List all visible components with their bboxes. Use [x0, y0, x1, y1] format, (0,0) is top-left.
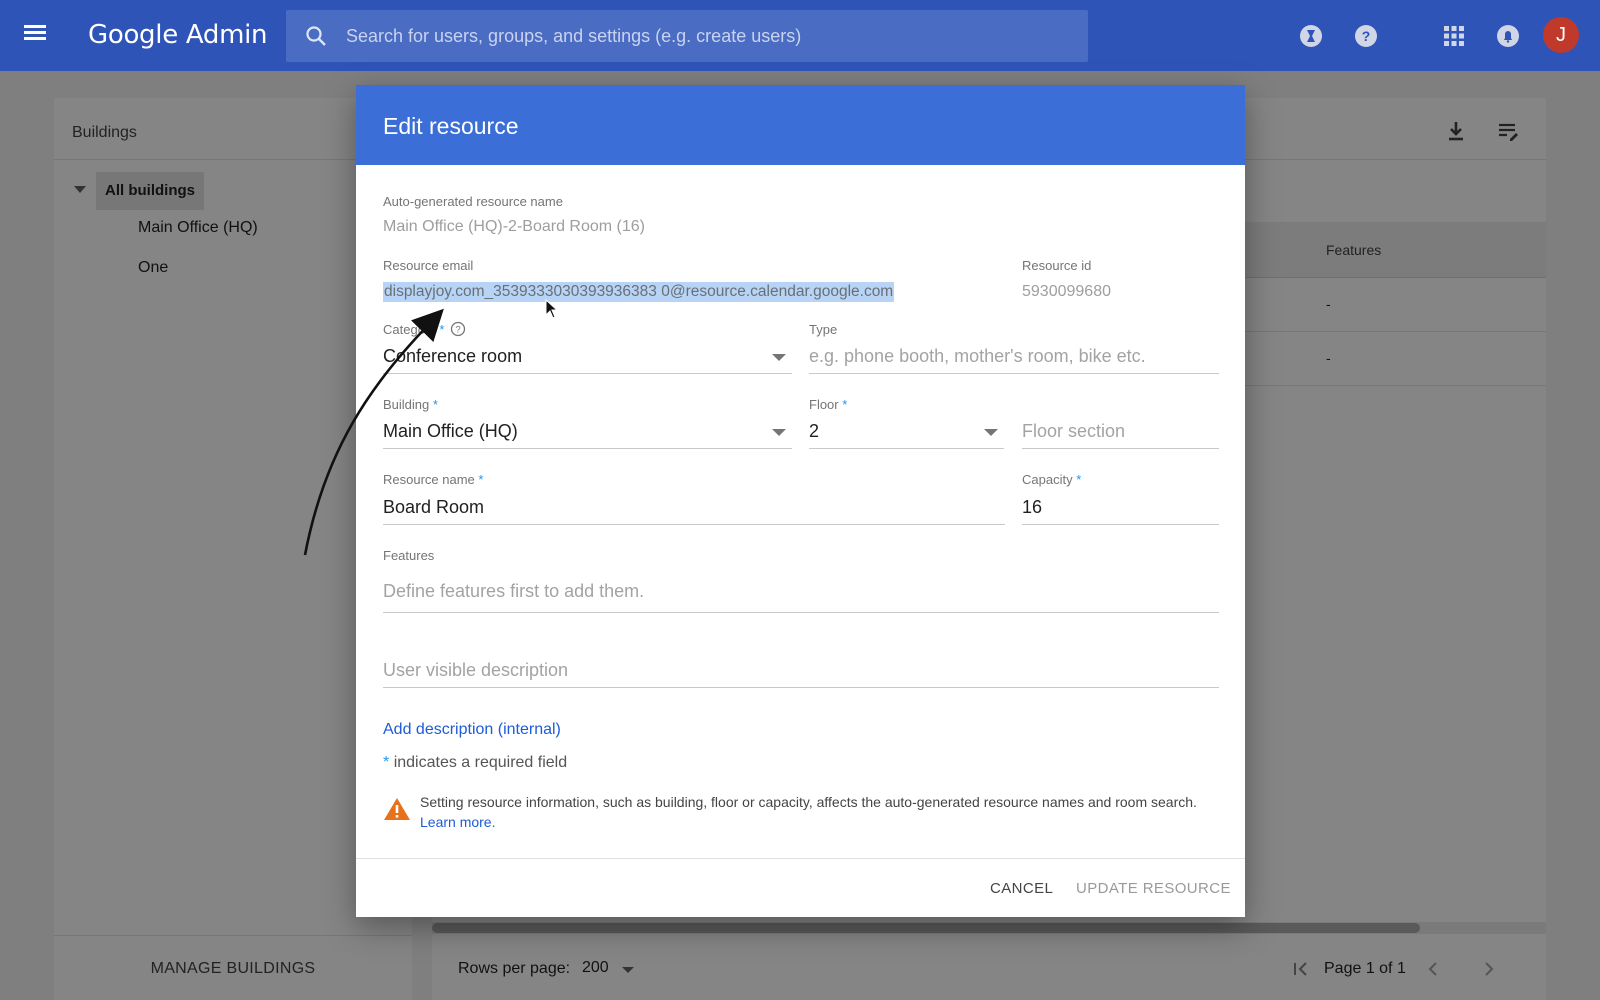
resource-name-input[interactable]: Board Room	[383, 495, 1005, 525]
floor-section-placeholder: Floor section	[1022, 421, 1126, 441]
edit-resource-dialog: Edit resource Auto-generated resource na…	[356, 85, 1245, 917]
category-value: Conference room	[383, 346, 523, 366]
building-label-text: Building	[383, 397, 430, 412]
category-label-text: Category	[383, 322, 436, 337]
resource-id-label: Resource id	[1022, 258, 1092, 273]
floor-label: Floor *	[809, 397, 847, 412]
help-icon[interactable]: ?	[1352, 22, 1380, 50]
warning-triangle-icon	[384, 798, 410, 820]
next-page-icon[interactable]	[1478, 958, 1500, 980]
search-input[interactable]	[346, 10, 1076, 62]
top-app-bar: Google Admin ? J	[0, 0, 1600, 71]
features-label: Features	[383, 548, 435, 563]
horizontal-scrollbar[interactable]	[432, 922, 1546, 934]
required-star: *	[432, 397, 438, 412]
resource-email-value[interactable]: displayjoy.com_3539333030393936383 0@res…	[383, 282, 895, 302]
column-settings-icon[interactable]	[1495, 118, 1521, 144]
floor-value: 2	[809, 421, 820, 441]
resource-email-label: Resource email	[383, 258, 474, 273]
pagination-bar: Rows per page: 200 Page 1 of 1	[432, 938, 1546, 1000]
learn-more-link[interactable]: Learn more.	[420, 814, 495, 830]
category-dropdown-icon[interactable]	[772, 354, 786, 361]
floor-dropdown-icon[interactable]	[984, 429, 998, 436]
scrollbar-thumb[interactable]	[432, 923, 1420, 933]
auto-name-label: Auto-generated resource name	[383, 194, 563, 209]
capacity-label-text: Capacity	[1022, 472, 1073, 487]
search-icon	[306, 26, 326, 46]
page-indicator: Page 1 of 1	[1324, 960, 1406, 977]
dialog-header: Edit resource	[356, 85, 1245, 165]
collapse-caret-icon[interactable]	[74, 186, 86, 193]
manage-buildings-button[interactable]: MANAGE BUILDINGS	[54, 935, 412, 1000]
type-label: Type	[809, 322, 838, 337]
resource-id-value[interactable]: 5930099680	[1022, 283, 1111, 301]
rows-per-page-label: Rows per page:	[458, 960, 571, 977]
add-description-link[interactable]: Add description (internal)	[383, 721, 561, 739]
support-hourglass-icon[interactable]	[1297, 22, 1325, 50]
auto-name-value: Main Office (HQ)-2-Board Room (16)	[383, 218, 645, 235]
required-star: *	[383, 754, 390, 771]
capacity-label: Capacity *	[1022, 472, 1081, 487]
category-label: Category *	[383, 322, 444, 337]
category-select[interactable]: Conference room	[383, 344, 792, 374]
main-menu-icon[interactable]	[24, 22, 52, 50]
floor-select[interactable]: 2	[809, 419, 1004, 449]
brand-google: Google	[88, 20, 178, 50]
dialog-footer-divider	[356, 858, 1245, 859]
capacity-value: 16	[1022, 497, 1043, 517]
first-page-icon[interactable]	[1290, 958, 1312, 980]
type-input[interactable]: e.g. phone booth, mother's room, bike et…	[809, 344, 1219, 374]
resource-name-value: Board Room	[383, 497, 485, 517]
account-avatar[interactable]: J	[1543, 17, 1579, 53]
brand-admin: Admin	[185, 20, 268, 50]
notifications-bell-icon[interactable]	[1494, 22, 1522, 50]
features-input[interactable]: Define features first to add them.	[383, 579, 1219, 613]
product-logo[interactable]: Google Admin	[88, 20, 268, 50]
type-placeholder: e.g. phone booth, mother's room, bike et…	[809, 346, 1146, 366]
search-bar[interactable]	[286, 10, 1088, 62]
building-dropdown-icon[interactable]	[772, 429, 786, 436]
svg-text:?: ?	[455, 325, 460, 336]
apps-grid-icon[interactable]	[1440, 22, 1468, 50]
warning-text: Setting resource information, such as bu…	[420, 794, 1197, 810]
required-star: *	[478, 472, 484, 487]
required-star: *	[439, 322, 445, 337]
cancel-button[interactable]: CANCEL	[990, 880, 1053, 897]
update-resource-button[interactable]: UPDATE RESOURCE	[1076, 880, 1231, 897]
help-circle-icon[interactable]: ?	[450, 321, 466, 337]
features-cell: -	[1326, 350, 1331, 366]
warning-message: Setting resource information, such as bu…	[420, 792, 1220, 832]
column-header-features[interactable]: Features	[1326, 242, 1381, 258]
required-star: *	[1076, 472, 1082, 487]
resource-name-label-text: Resource name	[383, 472, 475, 487]
previous-page-icon[interactable]	[1422, 958, 1444, 980]
building-label: Building *	[383, 397, 438, 412]
dialog-title: Edit resource	[383, 113, 519, 139]
mouse-pointer-icon	[545, 299, 559, 319]
required-star: *	[842, 397, 848, 412]
floor-label-text: Floor	[809, 397, 839, 412]
building-select[interactable]: Main Office (HQ)	[383, 419, 792, 449]
rows-per-page-select[interactable]: 200	[582, 959, 609, 977]
building-value: Main Office (HQ)	[383, 421, 518, 441]
tree-item-one[interactable]: One	[138, 259, 168, 277]
description-placeholder: User visible description	[383, 660, 569, 680]
description-input[interactable]: User visible description	[383, 658, 1219, 688]
tree-item-all-buildings[interactable]: All buildings	[96, 172, 204, 210]
rows-per-page-caret-icon[interactable]	[622, 967, 634, 973]
resource-name-label: Resource name *	[383, 472, 483, 487]
tree-item-main-office[interactable]: Main Office (HQ)	[138, 219, 258, 237]
download-icon[interactable]	[1443, 118, 1469, 144]
features-placeholder: Define features first to add them.	[383, 581, 645, 601]
features-cell: -	[1326, 296, 1331, 312]
capacity-input[interactable]: 16	[1022, 495, 1219, 525]
required-note-text: indicates a required field	[393, 754, 568, 771]
required-field-note: * indicates a required field	[383, 754, 567, 772]
svg-text:?: ?	[1362, 28, 1371, 44]
floor-section-input[interactable]: Floor section	[1022, 419, 1219, 449]
